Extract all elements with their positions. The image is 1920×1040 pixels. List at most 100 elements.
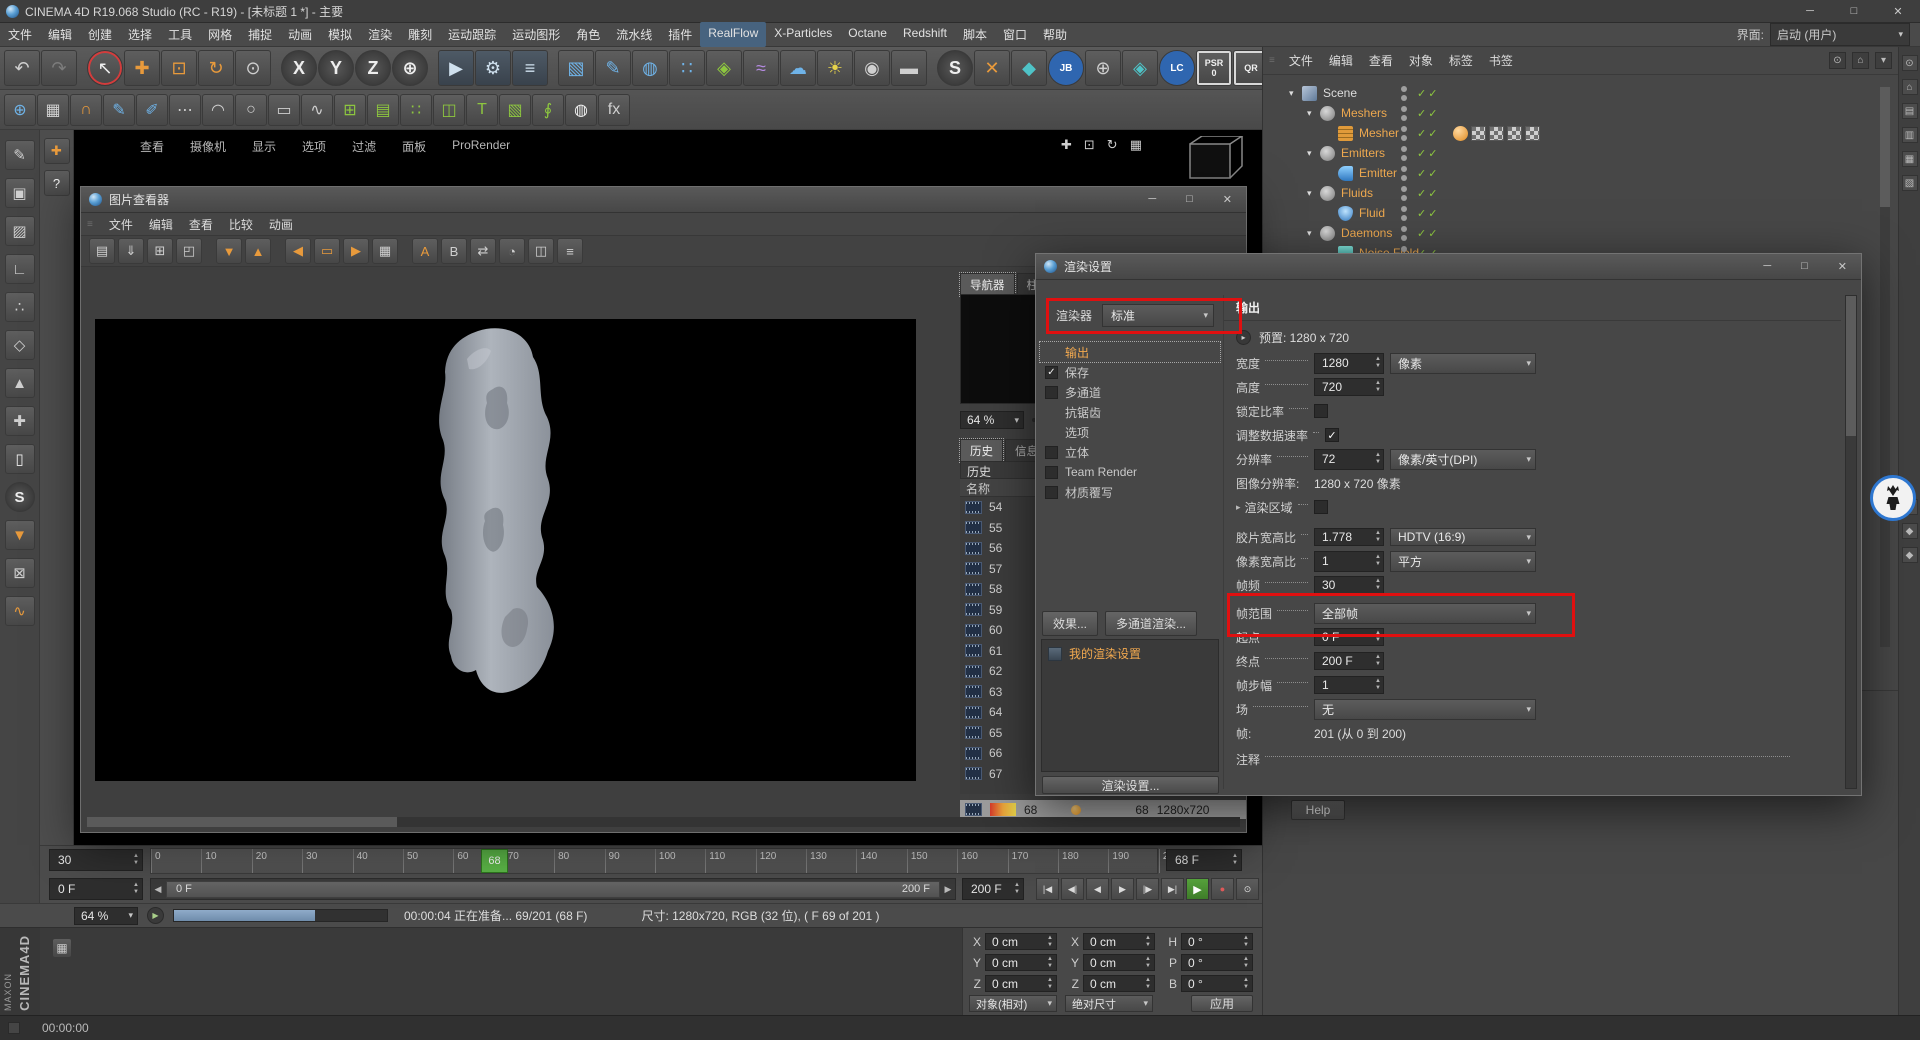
- range-right-arrow[interactable]: ▶: [941, 884, 955, 895]
- fps-field[interactable]: 30: [49, 849, 143, 871]
- columns-icon[interactable]: ◫: [528, 238, 554, 264]
- pixel-aspect-input[interactable]: 1: [1314, 550, 1384, 572]
- filter-icon[interactable]: ▾: [1875, 52, 1892, 69]
- spinner-icon[interactable]: [1243, 935, 1249, 948]
- object-row[interactable]: Emitter: [1263, 163, 1898, 183]
- text-tool-icon[interactable]: T: [466, 93, 498, 126]
- spline-points-icon[interactable]: ⋯: [169, 93, 201, 126]
- compare-a-icon[interactable]: A: [412, 238, 438, 264]
- spinner-icon[interactable]: [1014, 882, 1020, 895]
- position-field[interactable]: 0 cm: [985, 954, 1057, 971]
- array-generator-icon[interactable]: ∷: [669, 50, 705, 86]
- maximize-button[interactable]: □: [1186, 193, 1193, 206]
- record-keyframe-button[interactable]: ●: [1211, 878, 1234, 900]
- menu-item[interactable]: 运动图形: [504, 22, 568, 47]
- toggle-view-icon[interactable]: ▦: [1130, 137, 1142, 153]
- render-preset-item[interactable]: 我的渲染设置: [1042, 640, 1218, 667]
- apply-button[interactable]: 应用: [1191, 995, 1253, 1012]
- rotate-view-icon[interactable]: ↻: [1107, 137, 1118, 153]
- spinner-icon[interactable]: [1375, 530, 1381, 543]
- x-particles-icon[interactable]: ✕: [974, 50, 1010, 86]
- floor-icon[interactable]: ▬: [891, 50, 927, 86]
- paint-bucket-icon[interactable]: ▼: [4, 520, 35, 550]
- spinner-icon[interactable]: [133, 882, 139, 895]
- menu-item[interactable]: X-Particles: [766, 22, 840, 47]
- object-manager-menu-item[interactable]: 对象: [1401, 49, 1441, 72]
- timeline-ruler[interactable]: 0 10 20 30 40 50 60 70 80 90 100 110 120 130 140 150 160…: [150, 848, 1180, 874]
- grip-icon[interactable]: ≡: [87, 219, 93, 230]
- edges-mode-icon[interactable]: ◇: [4, 330, 35, 360]
- pen-icon[interactable]: ✎: [103, 93, 135, 126]
- menu-item[interactable]: Redshift: [895, 22, 955, 47]
- spinner-icon[interactable]: [1375, 678, 1381, 691]
- globe-plugin-icon[interactable]: ⊕: [1085, 50, 1121, 86]
- enable-checkmarks[interactable]: [1417, 207, 1439, 220]
- preset-expander-icon[interactable]: [1236, 330, 1251, 345]
- info-icon[interactable]: ≡: [557, 238, 583, 264]
- undo-icon[interactable]: ↶: [4, 50, 40, 86]
- position-field[interactable]: 0 cm: [985, 975, 1057, 992]
- spinner-icon[interactable]: [1375, 578, 1381, 591]
- height-input[interactable]: 720: [1314, 378, 1384, 396]
- object-manager-menu-item[interactable]: 文件: [1281, 49, 1321, 72]
- current-frame-field[interactable]: 68 F: [1166, 849, 1242, 871]
- globe-icon[interactable]: ⊕: [4, 93, 36, 126]
- spinner-icon[interactable]: [1243, 977, 1249, 990]
- visibility-toggles[interactable]: [1401, 126, 1408, 141]
- coordinate-system-icon[interactable]: ⊕: [392, 50, 428, 86]
- close-button[interactable]: ✕: [1838, 260, 1847, 273]
- workplane-mode-icon[interactable]: ∟: [4, 254, 35, 284]
- object-manager-menu-item[interactable]: 书签: [1481, 49, 1521, 72]
- viewport-menu-item[interactable]: 显示: [252, 138, 276, 155]
- plugin-diamond-icon[interactable]: ◆: [1011, 50, 1047, 86]
- open-image-icon[interactable]: ▤: [89, 238, 115, 264]
- resolution-input[interactable]: 72: [1314, 448, 1384, 470]
- category-checkbox[interactable]: [1045, 485, 1058, 499]
- deformer-icon[interactable]: ≈: [743, 50, 779, 86]
- prev-image-icon[interactable]: ◀: [285, 238, 311, 264]
- expander-icon[interactable]: [1236, 502, 1241, 513]
- menu-item[interactable]: 编辑: [40, 22, 80, 47]
- redo-icon[interactable]: ↷: [41, 50, 77, 86]
- category-checkbox[interactable]: [1045, 365, 1058, 379]
- expander-icon[interactable]: [1307, 108, 1320, 119]
- menu-item[interactable]: Octane: [840, 22, 895, 47]
- bookmark-add-icon[interactable]: ▲: [245, 238, 271, 264]
- viewport-menu-item[interactable]: ProRender: [452, 138, 510, 155]
- stopwatch-icon[interactable]: ◔: [499, 238, 525, 264]
- enable-checkmarks[interactable]: [1417, 187, 1439, 200]
- material-manager-icon[interactable]: ▦: [52, 938, 72, 958]
- mouse-icon[interactable]: ▯: [4, 444, 35, 474]
- next-key-button[interactable]: |▶: [1136, 878, 1159, 900]
- fx-icon[interactable]: fx: [598, 93, 630, 126]
- spline-rect-icon[interactable]: ▭: [268, 93, 300, 126]
- next-image-icon[interactable]: ▶: [343, 238, 369, 264]
- play-button[interactable]: ▶: [1186, 878, 1209, 900]
- spinner-icon[interactable]: [133, 853, 139, 866]
- object-manager-menu-item[interactable]: 标签: [1441, 49, 1481, 72]
- home-icon[interactable]: ⌂: [1901, 79, 1918, 95]
- frame-rate-input[interactable]: 30: [1314, 576, 1384, 594]
- realflow-icon[interactable]: S: [937, 50, 973, 86]
- settings-category[interactable]: 保存: [1040, 362, 1220, 382]
- menu-item[interactable]: 运动跟踪: [440, 22, 504, 47]
- menu-item[interactable]: 插件: [660, 22, 700, 47]
- size-mode-dropdown[interactable]: 绝对尺寸: [1065, 995, 1153, 1012]
- preview-range-slider[interactable]: ◀ 0 F 200 F ▶: [150, 878, 956, 900]
- spinner-icon[interactable]: [1243, 956, 1249, 969]
- rotation-field[interactable]: 0 °: [1181, 954, 1253, 971]
- polygons-mode-icon[interactable]: ▲: [4, 368, 35, 398]
- move-icon[interactable]: ✚: [43, 138, 70, 164]
- help-icon[interactable]: ?: [43, 170, 70, 196]
- viewer-zoom-dropdown[interactable]: 64 %: [74, 906, 138, 925]
- object-row[interactable]: Fluids: [1263, 183, 1898, 203]
- autokey-button[interactable]: ⊙: [1236, 878, 1259, 900]
- effects-button[interactable]: 效果...: [1042, 611, 1099, 636]
- subdivide-icon[interactable]: ⊞: [334, 93, 366, 126]
- maximize-button[interactable]: □: [1801, 260, 1808, 273]
- object-row[interactable]: Emitters: [1263, 143, 1898, 163]
- make-editable-icon[interactable]: ✎: [4, 140, 35, 170]
- lock-ratio-checkbox[interactable]: [1314, 404, 1328, 418]
- viewport-menu-item[interactable]: 选项: [302, 138, 326, 155]
- full-image-icon[interactable]: ◰: [176, 238, 202, 264]
